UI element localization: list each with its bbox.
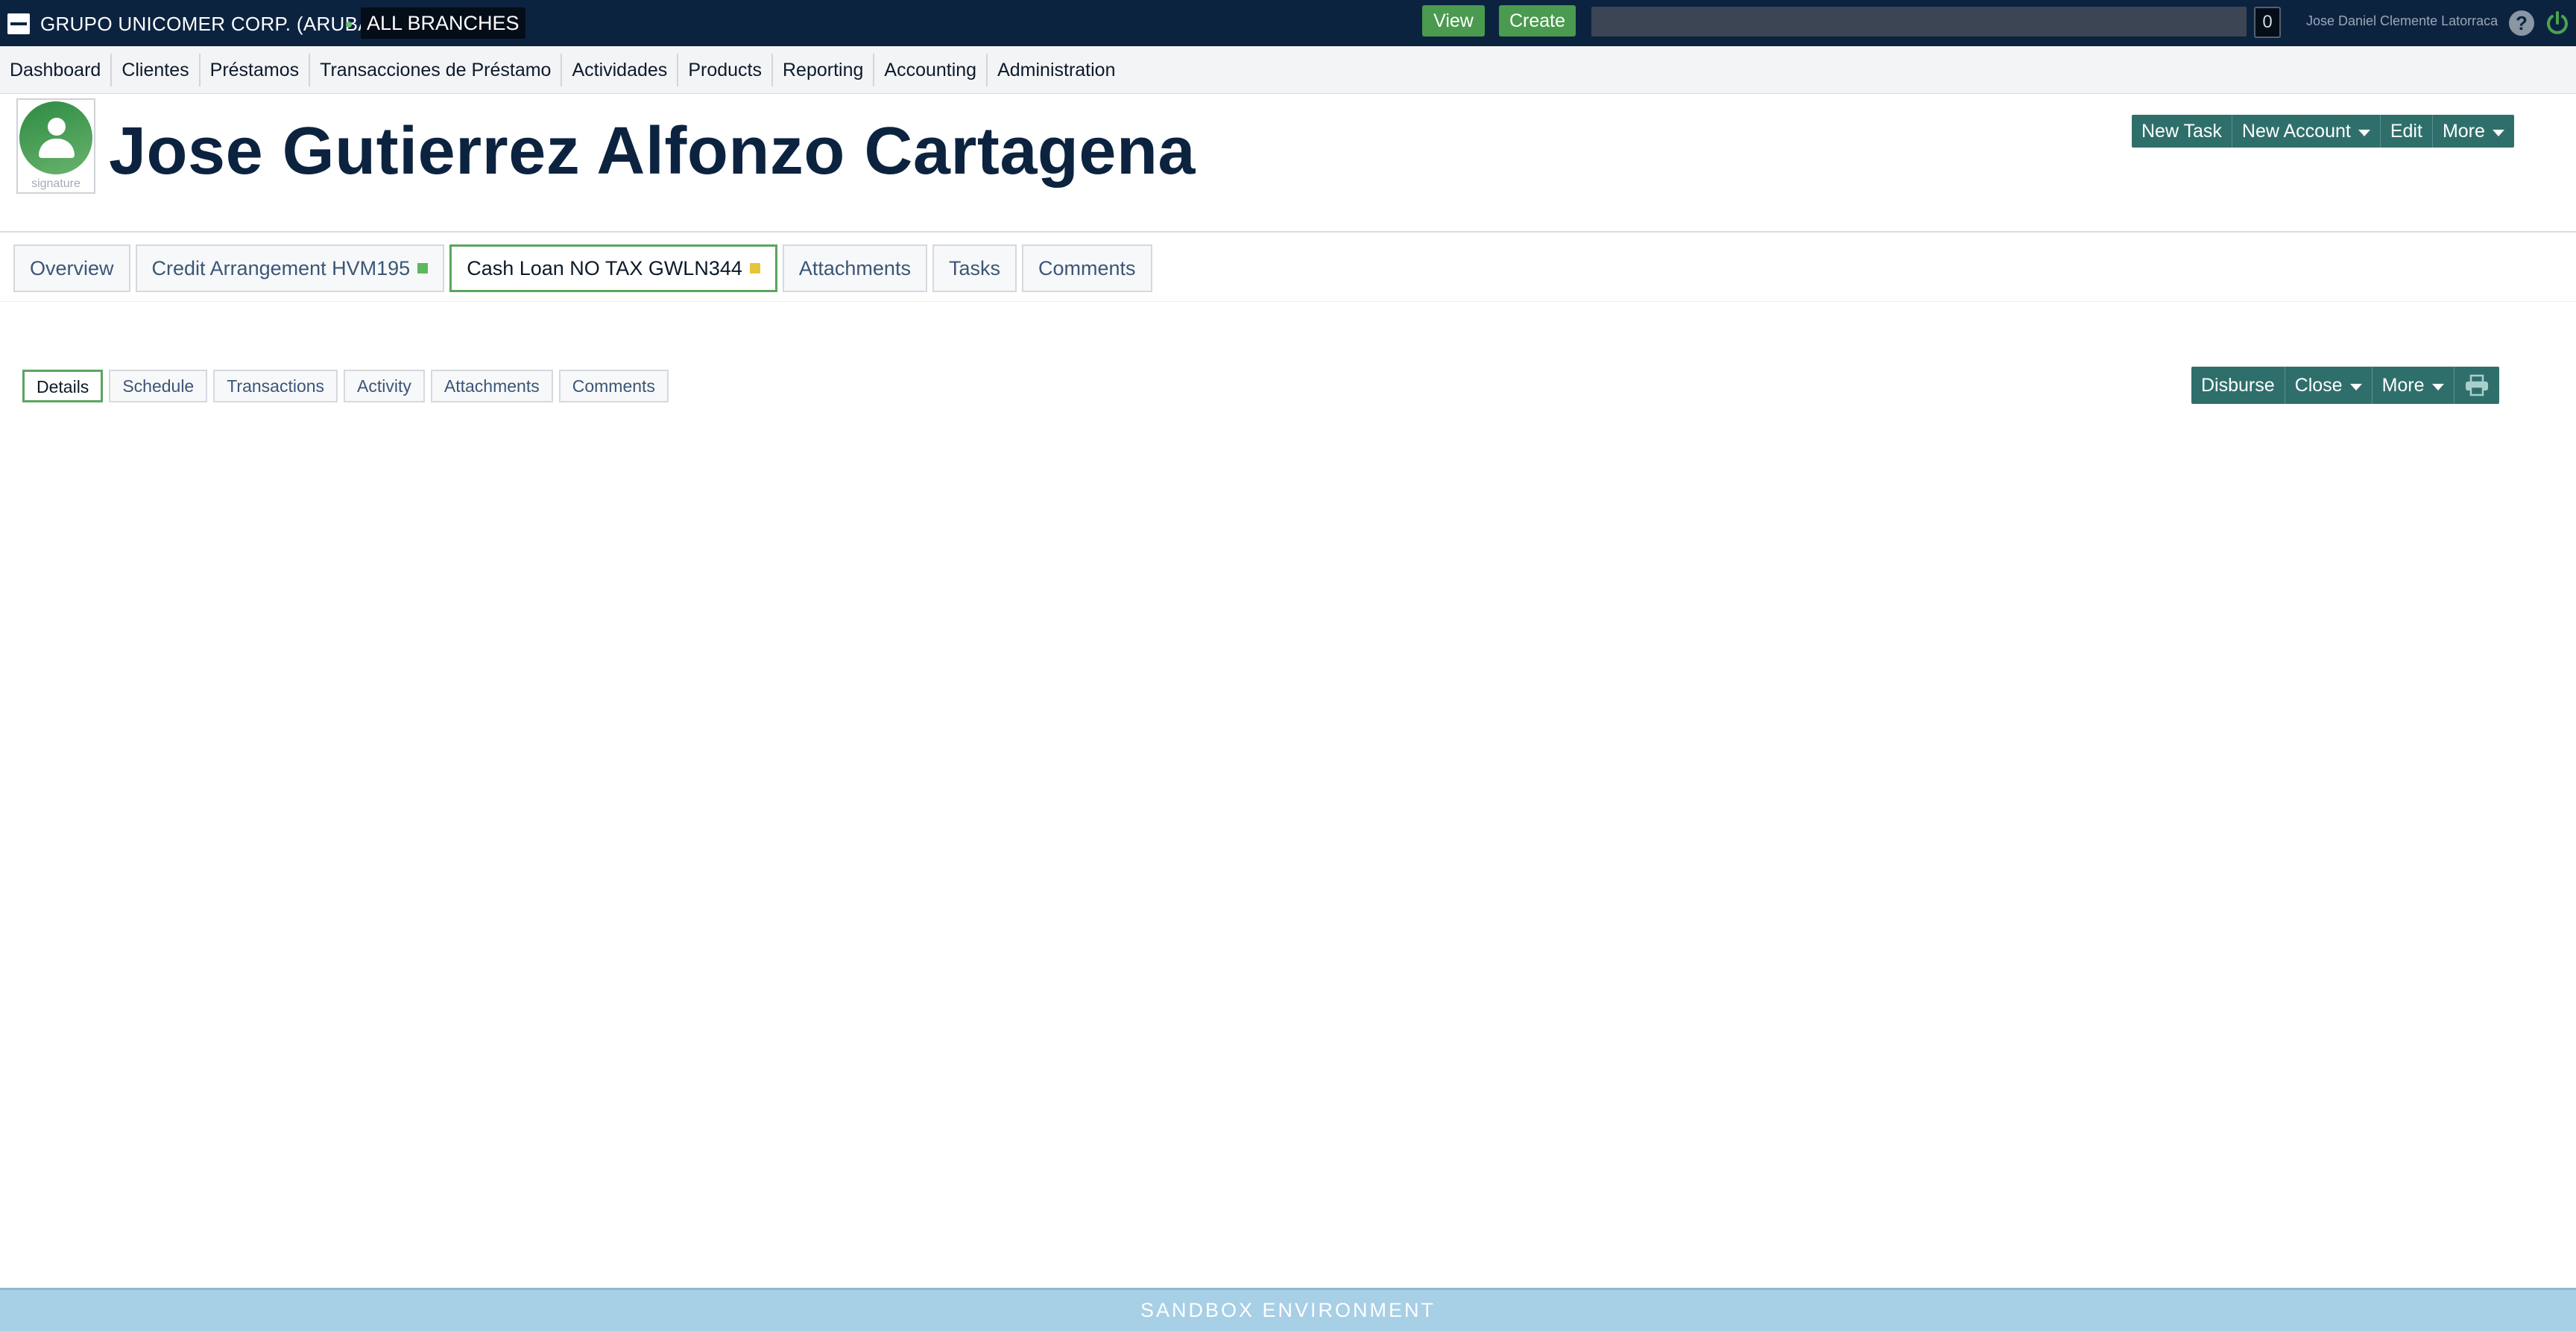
close-label: Close	[2294, 375, 2343, 396]
menu-item-products[interactable]: Products	[678, 54, 773, 86]
menu-item-reporting[interactable]: Reporting	[773, 54, 875, 86]
status-square-icon	[417, 263, 429, 274]
chevron-down-icon	[2349, 383, 2362, 391]
top-bar: GRUPO UNICOMER CORP. (ARUBA) ALL BRANCHE…	[0, 0, 2576, 46]
subtab-transactions[interactable]: Transactions	[213, 370, 338, 402]
company-logo-icon[interactable]	[7, 13, 30, 34]
tabs-divider	[0, 301, 2576, 302]
new-account-label: New Account	[2241, 121, 2351, 142]
status-square-icon	[749, 263, 760, 274]
subtab-attachments[interactable]: Attachments	[430, 370, 553, 402]
tab-label: Credit Arrangement HVM195	[151, 257, 411, 279]
client-tabs: Overview Credit Arrangement HVM195 Cash …	[13, 244, 1152, 292]
tab-label: Cash Loan NO TAX GWLN344	[467, 257, 742, 279]
avatar[interactable]: signature	[16, 98, 95, 194]
loan-actions: Disburse Close More	[2191, 367, 2499, 404]
menu-item-transacciones-de-prestamo[interactable]: Transacciones de Préstamo	[310, 54, 563, 86]
more-label: More	[2442, 121, 2485, 142]
menu-item-actividades[interactable]: Actividades	[562, 54, 679, 86]
branch-status-dot-icon	[346, 22, 352, 28]
tab-comments[interactable]: Comments	[1021, 244, 1152, 292]
subtab-schedule[interactable]: Schedule	[109, 370, 208, 402]
branch-selector[interactable]: ALL BRANCHES	[361, 7, 525, 39]
chevron-down-icon	[2431, 383, 2444, 391]
search-input[interactable]	[1591, 7, 2247, 37]
tab-overview[interactable]: Overview	[13, 244, 130, 292]
client-actions: New Task New Account Edit More	[2132, 115, 2514, 148]
chevron-down-icon	[2492, 129, 2504, 136]
help-icon[interactable]: ?	[2509, 10, 2534, 36]
tab-label: Overview	[30, 257, 114, 279]
subtab-comments[interactable]: Comments	[558, 370, 669, 402]
new-task-label: New Task	[2141, 121, 2222, 142]
notifications-counter[interactable]: 0	[2254, 7, 2281, 38]
menu-item-clientes[interactable]: Clientes	[112, 54, 201, 86]
more-button[interactable]: More	[2433, 115, 2514, 148]
environment-banner: SANDBOX ENVIRONMENT	[0, 1288, 2576, 1331]
user-name[interactable]: Jose Daniel Clemente Latorraca	[2306, 13, 2498, 29]
tab-label: Comments	[1038, 257, 1136, 279]
loan-more-button[interactable]: More	[2373, 367, 2455, 404]
tab-cash-loan[interactable]: Cash Loan NO TAX GWLN344	[449, 244, 777, 292]
create-button[interactable]: Create	[1499, 5, 1576, 37]
user-avatar-icon	[19, 101, 92, 174]
view-button[interactable]: View	[1422, 5, 1485, 37]
main-menu: Dashboard Clientes Préstamos Transaccion…	[0, 46, 2576, 94]
print-button[interactable]	[2455, 367, 2499, 404]
loan-more-label: More	[2381, 375, 2425, 396]
edit-button[interactable]: Edit	[2381, 115, 2433, 148]
loan-subtabs: Details Schedule Transactions Activity A…	[22, 370, 669, 402]
menu-item-accounting[interactable]: Accounting	[874, 54, 988, 86]
menu-item-dashboard[interactable]: Dashboard	[0, 54, 113, 86]
printer-icon	[2465, 374, 2488, 396]
page-title: Jose Gutierrez Alfonzo Cartagena	[109, 114, 1196, 189]
tab-label: Attachments	[798, 257, 911, 279]
tab-credit-arrangement[interactable]: Credit Arrangement HVM195	[135, 244, 445, 292]
edit-label: Edit	[2390, 121, 2422, 142]
close-button[interactable]: Close	[2285, 367, 2373, 404]
tab-attachments[interactable]: Attachments	[782, 244, 927, 292]
new-task-button[interactable]: New Task	[2132, 115, 2232, 148]
power-icon[interactable]	[2543, 9, 2572, 37]
header-divider	[0, 231, 2576, 233]
menu-item-administration[interactable]: Administration	[988, 54, 1125, 86]
organization-name[interactable]: GRUPO UNICOMER CORP. (ARUBA)	[40, 13, 378, 36]
tab-tasks[interactable]: Tasks	[932, 244, 1017, 292]
disburse-button[interactable]: Disburse	[2191, 367, 2285, 404]
chevron-down-icon	[2358, 129, 2370, 136]
disburse-label: Disburse	[2201, 375, 2275, 396]
subtab-details[interactable]: Details	[22, 370, 104, 402]
menu-item-prestamos[interactable]: Préstamos	[201, 54, 311, 86]
new-account-button[interactable]: New Account	[2232, 115, 2381, 148]
subtab-activity[interactable]: Activity	[344, 370, 425, 402]
avatar-caption: signature	[31, 177, 80, 190]
tab-label: Tasks	[948, 257, 1000, 279]
